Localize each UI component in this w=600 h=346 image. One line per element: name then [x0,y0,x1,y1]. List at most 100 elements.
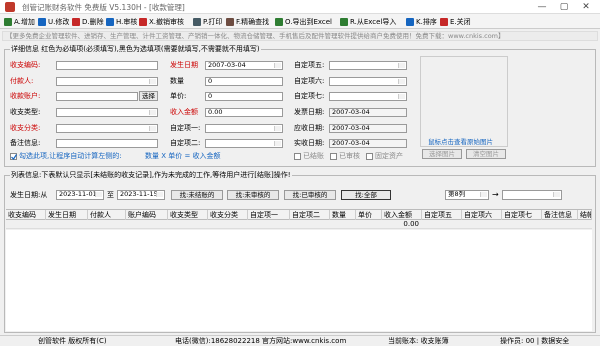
grid-body[interactable] [6,230,592,331]
cancel-audit-icon [139,17,147,26]
close-button[interactable]: E.关闭 [440,16,471,27]
date-to-label: 至 [107,191,114,199]
maximize-button[interactable]: ▢ [556,1,572,13]
col-category[interactable]: 收支分类 [208,210,248,220]
print-icon [193,17,201,26]
account-select-button[interactable]: 选择 [139,91,158,101]
fixed-asset-checkbox[interactable] [366,153,373,160]
note-input[interactable] [56,139,158,148]
col-zidingyi1[interactable]: 自定项一 [248,210,290,220]
invoice-date-picker[interactable]: 2007-03-04 [329,108,407,117]
delete-button[interactable]: D.删除 [72,16,104,27]
zidingyi6-select[interactable] [329,77,407,86]
sort-icon [406,17,414,26]
add-button[interactable]: A.增加 [4,16,35,27]
payer-select[interactable] [56,77,158,86]
col-price[interactable]: 单价 [356,210,382,220]
status-copyright: 创管软件 版权所有(C) [38,337,107,345]
summary-row: 0.00 [6,220,592,229]
column-value-select[interactable] [502,190,562,200]
import-excel-button[interactable]: R.从Excel导入 [340,16,396,27]
col-account[interactable]: 账户编码 [126,210,168,220]
price-input[interactable]: 0 [205,92,283,101]
sort-button[interactable]: K.排序 [406,16,437,27]
payer-label: 付款人: [10,77,34,85]
zidingyi2-select[interactable] [205,139,283,148]
zidingyi7-label: 自定项七: [294,92,325,100]
grid-header: 收支编码 发生日期 付款人 账户编码 收支类型 收支分类 自定项一 自定项二 数… [6,209,592,220]
filter-unaudited-button[interactable]: 找:未审核的 [227,190,279,200]
category-select[interactable] [56,124,158,133]
account-input[interactable] [56,92,138,101]
zidingyi1-label: 自定项一: [170,124,201,132]
find-icon [226,17,234,26]
check-icon [11,154,17,160]
export-icon [275,17,283,26]
audit-button[interactable]: H.审核 [106,16,137,27]
window-title: 创管记账财务软件 免费版 V5.130H - [收款管理] [22,3,185,12]
minimize-button[interactable]: — [534,1,550,13]
cancel-audit-button[interactable]: X.撤销审核 [139,16,184,27]
status-ledger: 当前账本: 收支账簿 [388,337,449,345]
print-button[interactable]: P.打印 [193,16,222,27]
audited-label: 已审核 [339,152,360,160]
amount-input[interactable]: 0.00 [205,108,283,117]
amount-label: 收入金额 [170,108,198,116]
filter-all-button[interactable]: 找:全部 [341,190,391,200]
code-input[interactable] [56,61,158,70]
type-select[interactable] [56,108,158,117]
filter-audited-button[interactable]: 找:已审核的 [284,190,336,200]
audited-checkbox[interactable] [330,153,337,160]
auto-calc-checkbox[interactable] [10,153,17,160]
zidingyi5-select[interactable] [329,61,407,70]
col-zidingyi6[interactable]: 自定项六 [462,210,502,220]
audit-icon [106,17,114,26]
col-quantity[interactable]: 数量 [330,210,356,220]
summary-amount: 0.00 [403,220,419,228]
date-to-picker[interactable]: 2023-11-15 [117,190,165,200]
close-icon [440,17,448,26]
col-zidingyi2[interactable]: 自定项二 [290,210,330,220]
close-window-button[interactable]: ✕ [578,1,594,13]
status-contact: 电话(微信):18628022218 官方网站:www.cnkis.com [175,337,347,345]
notice-bar[interactable]: 【更多免费企业管理软件、进销存、生产管理、计件工资管理、产销销一体化、物流仓储管… [2,31,598,41]
col-settle[interactable]: 结帐 [578,210,592,220]
zidingyi7-select[interactable] [329,92,407,101]
fasheng-date-label: 发生日期 [170,61,198,69]
image-panel[interactable] [420,56,508,147]
col-code[interactable]: 收支编码 [6,210,46,220]
due-date-picker[interactable]: 2007-03-04 [329,124,407,133]
import-icon [340,17,348,26]
due-date-label: 应收日期: [294,124,325,132]
export-excel-button[interactable]: O.导出到Excel [275,16,332,27]
price-label: 单价: [170,92,187,100]
clear-image-button[interactable]: 清空图片 [466,149,506,159]
zidingyi2-label: 自定项二: [170,139,201,147]
date-from-picker[interactable]: 2023-11-01 [56,190,104,200]
col-type[interactable]: 收支类型 [168,210,208,220]
col-date[interactable]: 发生日期 [46,210,88,220]
quantity-input[interactable]: 0 [205,77,283,86]
filter-unsettled-button[interactable]: 找:未结账的 [171,190,223,200]
invoice-date-label: 发票日期: [294,108,325,116]
column-select[interactable]: 第8列 [445,190,489,200]
add-icon [4,17,12,26]
col-payer[interactable]: 付款人 [88,210,126,220]
delete-icon [72,17,80,26]
toolbar: A.增加 U.修改 D.删除 H.审核 X.撤销审核 P.打印 F.精确查找 O… [0,14,600,29]
status-bar: 创管软件 版权所有(C) 电话(微信):18628022218 官方网站:www… [0,335,600,346]
col-note[interactable]: 备注信息 [542,210,578,220]
actual-date-picker[interactable]: 2007-03-04 [329,139,407,148]
zidingyi6-label: 自定项六: [294,77,325,85]
zidingyi1-select[interactable] [205,124,283,133]
date-from-label: 发生日期:从 [10,191,48,199]
fasheng-date-picker[interactable]: 2007-03-04 [205,61,283,70]
col-zidingyi7[interactable]: 自定项七 [502,210,542,220]
col-amount[interactable]: 收入金额 [382,210,422,220]
choose-image-button[interactable]: 选择图片 [422,149,462,159]
find-button[interactable]: F.精确查找 [226,16,269,27]
edit-button[interactable]: U.修改 [38,16,69,27]
settled-checkbox[interactable] [294,153,301,160]
fixed-asset-label: 固定资产 [375,152,403,160]
col-zidingyi5[interactable]: 自定项五 [422,210,462,220]
